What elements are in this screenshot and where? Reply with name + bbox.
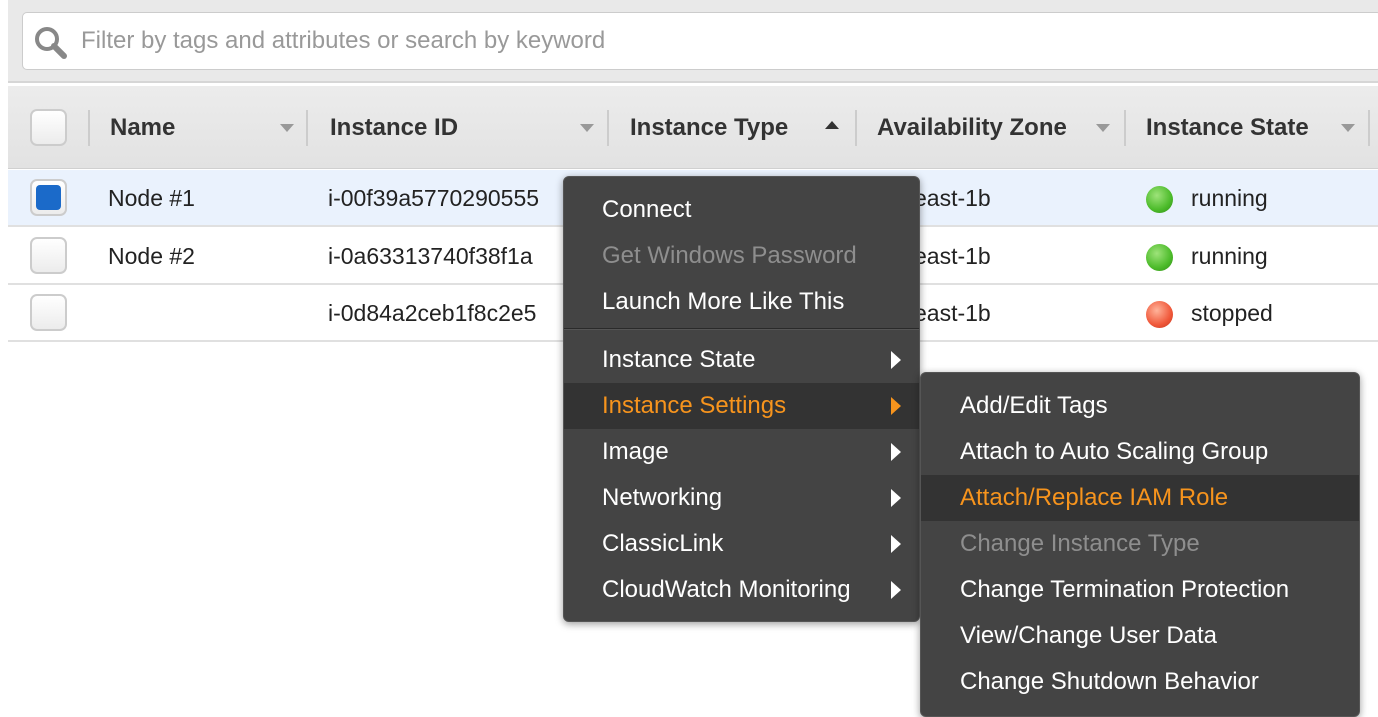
menu-item-launch-more[interactable]: Launch More Like This [564,279,919,325]
row-checkbox[interactable] [30,294,67,331]
submenu-item-attach-asg[interactable]: Attach to Auto Scaling Group [921,429,1359,475]
menu-label: Networking [602,484,723,511]
menu-item-image[interactable]: Image [564,429,919,475]
instance-state: running [1191,243,1268,269]
submenu-arrow-icon [891,443,901,461]
submenu-item-change-shutdown-behavior[interactable]: Change Shutdown Behavior [921,659,1359,705]
status-running-icon [1146,244,1173,271]
column-divider[interactable] [306,110,308,146]
menu-label: CloudWatch Monitoring [602,576,851,603]
submenu-item-change-termination-protection[interactable]: Change Termination Protection [921,567,1359,613]
submenu-item-add-edit-tags[interactable]: Add/Edit Tags [921,383,1359,429]
select-all-checkbox[interactable] [30,109,67,146]
availability-zone: east-1b [914,243,991,269]
column-header-instance-state[interactable]: Instance State [1146,86,1309,169]
column-header-instance-type[interactable]: Instance Type [630,86,788,169]
instance-state: running [1191,185,1268,211]
submenu-arrow-icon [891,397,901,415]
column-divider[interactable] [1124,110,1126,146]
search-input[interactable]: Filter by tags and attributes or search … [22,12,1378,70]
status-running-icon [1146,186,1173,213]
sort-ascending-icon[interactable] [825,121,839,129]
search-placeholder: Filter by tags and attributes or search … [81,27,606,54]
menu-label: Image [602,438,669,465]
menu-label: ClassicLink [602,530,724,557]
instance-state: stopped [1191,300,1273,326]
submenu-item-view-change-user-data[interactable]: View/Change User Data [921,613,1359,659]
status-stopped-icon [1146,301,1173,328]
sort-arrow-icon[interactable] [1096,124,1110,132]
table-header: Name Instance ID Instance Type Availabil… [8,86,1378,169]
menu-item-networking[interactable]: Networking [564,475,919,521]
column-divider[interactable] [1368,110,1370,146]
submenu-item-attach-replace-iam-role[interactable]: Attach/Replace IAM Role [921,475,1359,521]
submenu-arrow-icon [891,535,901,553]
submenu-item-change-instance-type: Change Instance Type [960,530,1200,557]
availability-zone: east-1b [914,300,991,326]
instance-name: Node #1 [108,185,195,211]
column-divider[interactable] [855,110,857,146]
search-icon [35,27,67,59]
submenu-arrow-icon [891,351,901,369]
menu-item-classiclink[interactable]: ClassicLink [564,521,919,567]
sort-arrow-icon[interactable] [1341,124,1355,132]
submenu-arrow-icon [891,489,901,507]
column-header-availability-zone[interactable]: Availability Zone [877,86,1067,169]
submenu-arrow-icon [891,581,901,599]
menu-item-instance-state[interactable]: Instance State [564,337,919,383]
menu-label: Instance State [602,346,756,373]
menu-item-instance-settings[interactable]: Instance Settings [564,383,919,429]
menu-item-get-windows-password: Get Windows Password [602,242,857,269]
sort-arrow-icon[interactable] [580,124,594,132]
instance-name: Node #2 [108,243,195,269]
menu-item-connect[interactable]: Connect [564,187,919,233]
row-checkbox[interactable] [30,179,67,216]
instance-id: i-0a63313740f38f1a [328,243,533,269]
sort-arrow-icon[interactable] [280,124,294,132]
context-menu: Connect Get Windows Password Launch More… [563,176,920,622]
column-divider[interactable] [88,110,90,146]
menu-label: Instance Settings [602,392,787,419]
column-header-name[interactable]: Name [110,86,175,169]
instance-settings-submenu: Add/Edit Tags Attach to Auto Scaling Gro… [920,372,1360,717]
menu-item-cloudwatch-monitoring[interactable]: CloudWatch Monitoring [564,567,919,613]
instance-id: i-00f39a5770290555 [328,185,540,211]
column-divider[interactable] [607,110,609,146]
instance-id: i-0d84a2ceb1f8c2e5 [328,300,537,326]
availability-zone: east-1b [914,185,991,211]
row-checkbox[interactable] [30,237,67,274]
column-header-instance-id[interactable]: Instance ID [330,86,458,169]
menu-separator [564,328,919,330]
